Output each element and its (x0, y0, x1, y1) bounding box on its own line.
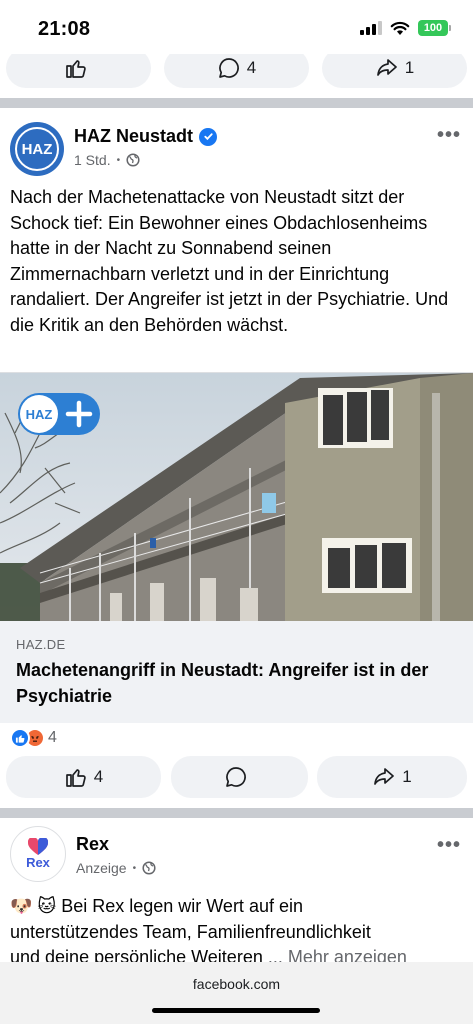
reaction-summary[interactable]: 4 (10, 728, 57, 748)
ad-emojis: 🐶 🐱 (10, 896, 57, 916)
post-time[interactable]: 1 Std. (74, 152, 111, 168)
heart-icon (28, 838, 48, 855)
post-meta: 1 Std. • (74, 152, 140, 168)
sponsored-label: Anzeige (76, 860, 127, 876)
comment-button[interactable]: 4 (164, 54, 309, 88)
link-preview-footer[interactable]: HAZ.DE Machetenangriff in Neustadt: Angr… (0, 621, 473, 723)
like-reaction-icon (10, 728, 30, 748)
status-time: 21:08 (38, 18, 91, 40)
like-count: 4 (93, 767, 104, 786)
browser-bottom-bar: facebook.com (0, 962, 473, 1024)
more-icon[interactable]: ••• (437, 834, 461, 857)
plus-icon (65, 400, 93, 428)
url-label[interactable]: facebook.com (0, 976, 473, 992)
share-button[interactable]: 1 (322, 54, 467, 88)
comment-count: 4 (246, 58, 257, 77)
globe-icon (142, 861, 156, 875)
share-icon (374, 768, 395, 785)
link-domain: HAZ.DE (16, 637, 66, 652)
feed-divider (0, 98, 473, 108)
verified-icon (199, 127, 218, 146)
home-indicator[interactable] (152, 1008, 320, 1013)
post-text: Nach der Machetenattacke von Neustadt si… (10, 187, 449, 335)
post-actions: 4 1 (0, 756, 473, 798)
feed-divider (0, 808, 473, 818)
share-icon (376, 59, 397, 76)
like-icon (65, 60, 86, 78)
previous-post-actions: 4 1 (0, 54, 473, 92)
share-count: 1 (402, 767, 412, 786)
ad-text: 🐶 🐱 Bei Rex legen wir Wert auf ein unter… (10, 896, 407, 967)
battery-icon: 100 (418, 20, 451, 36)
haz-plus-badge: HAZ (18, 393, 100, 435)
globe-icon (126, 153, 140, 167)
like-button[interactable] (6, 54, 151, 88)
wifi-icon (390, 21, 410, 35)
page-avatar[interactable]: HAZ (10, 122, 64, 176)
more-icon[interactable]: ••• (437, 124, 461, 147)
ad-meta: Anzeige • (76, 860, 156, 876)
share-button[interactable]: 1 (317, 756, 467, 798)
ad-avatar[interactable]: Rex (10, 826, 66, 882)
reaction-count: 4 (48, 729, 57, 746)
comment-button[interactable] (170, 756, 308, 798)
comment-icon (226, 767, 246, 787)
signal-icon (360, 21, 382, 35)
status-icons: 100 (360, 20, 451, 36)
link-preview-image[interactable]: HAZ (0, 373, 473, 621)
like-icon (65, 769, 86, 787)
comment-icon (218, 58, 239, 78)
status-bar: 21:08 100 (0, 0, 473, 58)
share-count: 1 (404, 58, 415, 77)
ad-name[interactable]: Rex (76, 834, 109, 855)
like-button[interactable]: 4 (6, 756, 161, 798)
page-name[interactable]: HAZ Neustadt (74, 126, 218, 147)
link-title: Machetenangriff in Neustadt: Angreifer i… (16, 660, 429, 706)
link-preview-card[interactable]: HAZ HAZ.DE Machetenangriff in Neustadt: … (0, 372, 473, 723)
